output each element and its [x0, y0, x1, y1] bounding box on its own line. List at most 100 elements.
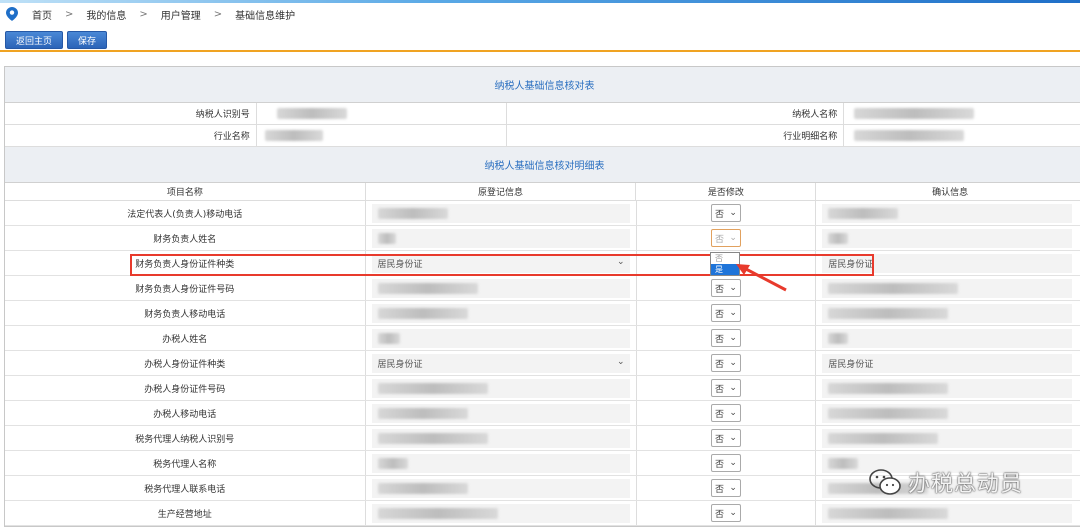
row-original-cell [366, 276, 637, 300]
confirm-value-field[interactable] [822, 228, 1073, 248]
modify-value: 否 [714, 234, 724, 245]
breadcrumb-my-info[interactable]: 我的信息 [86, 7, 126, 22]
chevron-down-icon: ⌄ [729, 358, 737, 368]
modify-select[interactable]: 否 ⌄ [710, 204, 741, 222]
original-value-field [371, 278, 630, 298]
breadcrumb-user-management[interactable]: 用户管理 [161, 7, 201, 22]
original-value-field [371, 203, 630, 223]
row-confirm-cell [816, 401, 1080, 425]
row-modify-cell: 否 ⌄ [637, 376, 817, 400]
original-value-field [371, 328, 630, 348]
modify-value: 否 [714, 334, 724, 345]
industry-label: 行业名称 [5, 125, 257, 146]
confirm-value-field[interactable] [822, 428, 1073, 448]
table-row: 法定代表人(负责人)移动电话 否 ⌄ [5, 201, 1080, 226]
modify-value: 否 [714, 209, 724, 220]
taxpayer-info-panel: 纳税人基础信息核对表 纳税人识别号 纳税人名称 行业名称 行业明细名称 纳税人基… [4, 66, 1080, 527]
original-value-field [371, 303, 630, 323]
confirm-value-field[interactable] [822, 403, 1073, 423]
modify-select[interactable]: 否 ⌄ [710, 329, 741, 347]
row-original-cell [366, 301, 637, 325]
row-modify-cell: 否 ⌄ [637, 201, 817, 225]
row-original-cell [366, 401, 637, 425]
row-original-cell [366, 426, 637, 450]
modify-value: 否 [714, 459, 724, 470]
modify-select[interactable]: 否 ⌄ [710, 454, 741, 472]
row-item-name: 办税人身份证件号码 [5, 376, 366, 400]
chevron-down-icon: ⌄ [729, 383, 737, 393]
row-modify-cell: 否 ⌄ [637, 426, 817, 450]
row-original-cell: 居民身份证 ⌄ [366, 351, 637, 375]
confirm-value-field[interactable] [822, 503, 1073, 523]
modify-select[interactable]: 否 ⌄ [710, 379, 741, 397]
row-item-name: 财务负责人身份证件种类 [5, 251, 366, 275]
row-modify-cell: 否 ⌄ [637, 451, 817, 475]
confirm-value-field[interactable] [822, 303, 1073, 323]
original-id-type-select[interactable]: 居民身份证 ⌄ [371, 353, 630, 373]
modify-select[interactable]: 否 ⌄ [710, 504, 741, 522]
watermark: 办税总动员 [868, 466, 1023, 498]
table-row: 办税人身份证件种类 居民身份证 ⌄ 否 ⌄ 居民身份证 [5, 351, 1080, 376]
modify-select[interactable]: 否 ⌄ [710, 404, 741, 422]
col-modify: 是否修改 [636, 183, 817, 200]
modify-value: 否 [714, 384, 724, 395]
taxpayer-name-label: 纳税人名称 [507, 103, 845, 124]
row-original-cell [366, 501, 637, 525]
table-row: 财务负责人身份证件种类 居民身份证⌄ 是 ⌄ 居民身份证 [5, 251, 1080, 276]
row-item-name: 财务负责人姓名 [5, 226, 366, 250]
original-value-field [371, 478, 630, 498]
modify-select[interactable]: 否 ⌄ [710, 354, 741, 372]
table-row: 财务负责人身份证件号码 否 ⌄ [5, 276, 1080, 301]
table-row: 办税人身份证件号码 否 ⌄ [5, 376, 1080, 401]
modify-select[interactable]: 否 ⌄ [710, 304, 741, 322]
save-button[interactable]: 保存 [67, 31, 108, 49]
modify-select[interactable]: 否 ⌄ [710, 479, 741, 497]
toolbar-divider [0, 50, 1080, 52]
row-confirm-cell [816, 226, 1080, 250]
original-value-field [371, 428, 630, 448]
original-value-field [371, 403, 630, 423]
pointer-arrow-icon [736, 264, 787, 292]
detail-table-title: 纳税人基础信息核对明细表 [5, 147, 1080, 183]
row-item-name: 法定代表人(负责人)移动电话 [5, 201, 366, 225]
row-confirm-cell: 居民身份证 [816, 251, 1080, 275]
breadcrumb: 首页 > 我的信息 > 用户管理 > 基础信息维护 [0, 3, 1080, 25]
confirm-value-field[interactable] [822, 378, 1073, 398]
row-item-name: 税务代理人纳税人识别号 [5, 426, 366, 450]
confirm-value-field[interactable] [822, 278, 1073, 298]
info-row-industry: 行业名称 行业明细名称 [5, 125, 1080, 147]
confirm-value-field[interactable] [822, 328, 1073, 348]
table-row: 生产经营地址 否 ⌄ [5, 501, 1080, 526]
modify-value: 否 [714, 359, 724, 370]
info-row-id: 纳税人识别号 纳税人名称 [5, 103, 1080, 125]
modify-value: 否 [714, 509, 724, 520]
confirm-value-field[interactable]: 居民身份证 [822, 353, 1073, 373]
row-item-name: 生产经营地址 [5, 501, 366, 525]
chevron-down-icon: ⌄ [729, 483, 737, 493]
chevron-down-icon: ⌄ [729, 508, 737, 518]
breadcrumb-home[interactable]: 首页 [32, 7, 52, 22]
row-item-name: 财务负责人移动电话 [5, 301, 366, 325]
modify-value: 否 [714, 284, 724, 295]
modify-select[interactable]: 否 ⌄ [710, 229, 741, 247]
row-original-cell [366, 376, 637, 400]
row-confirm-cell [816, 276, 1080, 300]
confirm-value-field[interactable] [822, 203, 1073, 223]
chevron-down-icon: ⌄ [729, 408, 737, 418]
confirm-value-field[interactable]: 居民身份证 [822, 253, 1073, 273]
industry-detail-label: 行业明细名称 [507, 125, 845, 146]
row-modify-cell: 否 ⌄ [637, 501, 817, 525]
row-item-name: 办税人身份证件种类 [5, 351, 366, 375]
row-modify-cell: 否 ⌄ [637, 326, 817, 350]
col-confirm: 确认信息 [932, 188, 969, 198]
original-id-type-select[interactable]: 居民身份证 ⌄ [371, 253, 630, 273]
modify-value: 否 [714, 434, 724, 445]
row-confirm-cell [816, 326, 1080, 350]
row-confirm-cell [816, 426, 1080, 450]
modify-select[interactable]: 否 ⌄ [710, 429, 741, 447]
chevron-down-icon: ⌄ [729, 308, 737, 318]
chevron-down-icon: ⌄ [729, 458, 737, 468]
return-home-button[interactable]: 返回主页 [5, 31, 64, 49]
original-value-field [371, 378, 630, 398]
original-value-field [371, 228, 630, 248]
